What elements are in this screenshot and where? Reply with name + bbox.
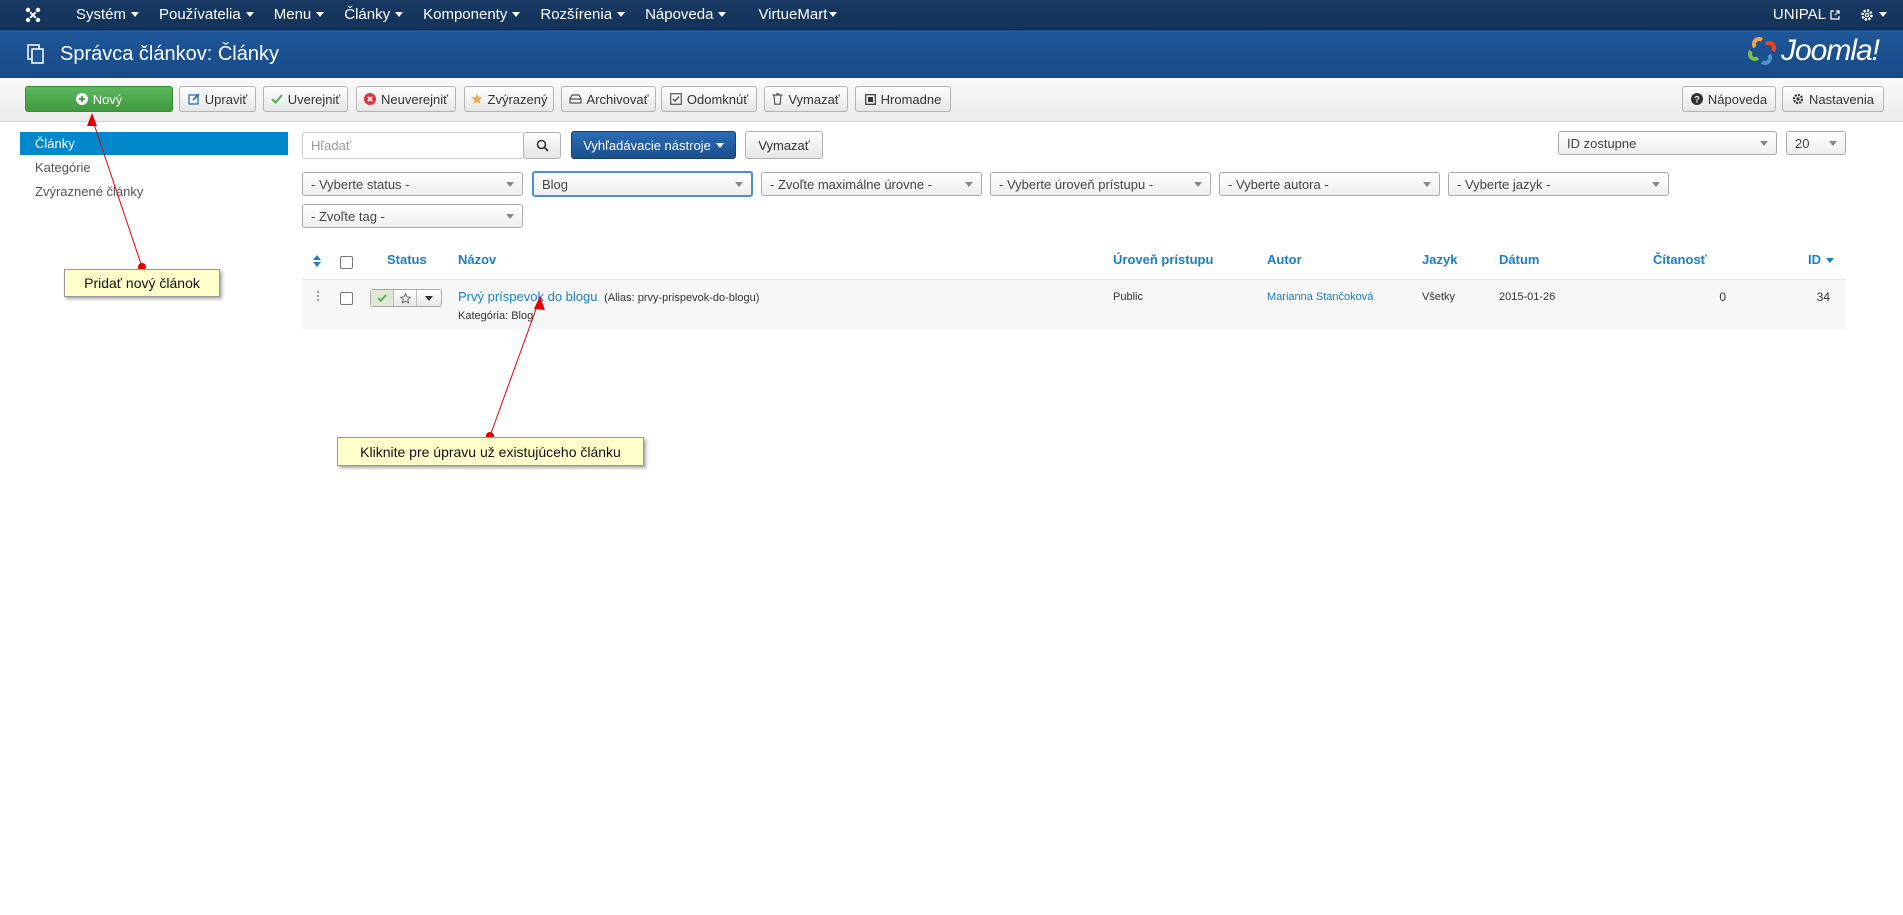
annotation-arrowhead <box>534 296 545 310</box>
annotation-arrow-line <box>489 300 540 437</box>
annotation-new-article: Pridať nový článok <box>64 269 220 297</box>
annotation-arrows <box>87 113 545 440</box>
annotation-arrow-line <box>91 117 143 268</box>
annotation-arrowhead <box>87 113 97 126</box>
annotation-edit-article: Kliknite pre úpravu už existujúceho člán… <box>337 437 644 466</box>
